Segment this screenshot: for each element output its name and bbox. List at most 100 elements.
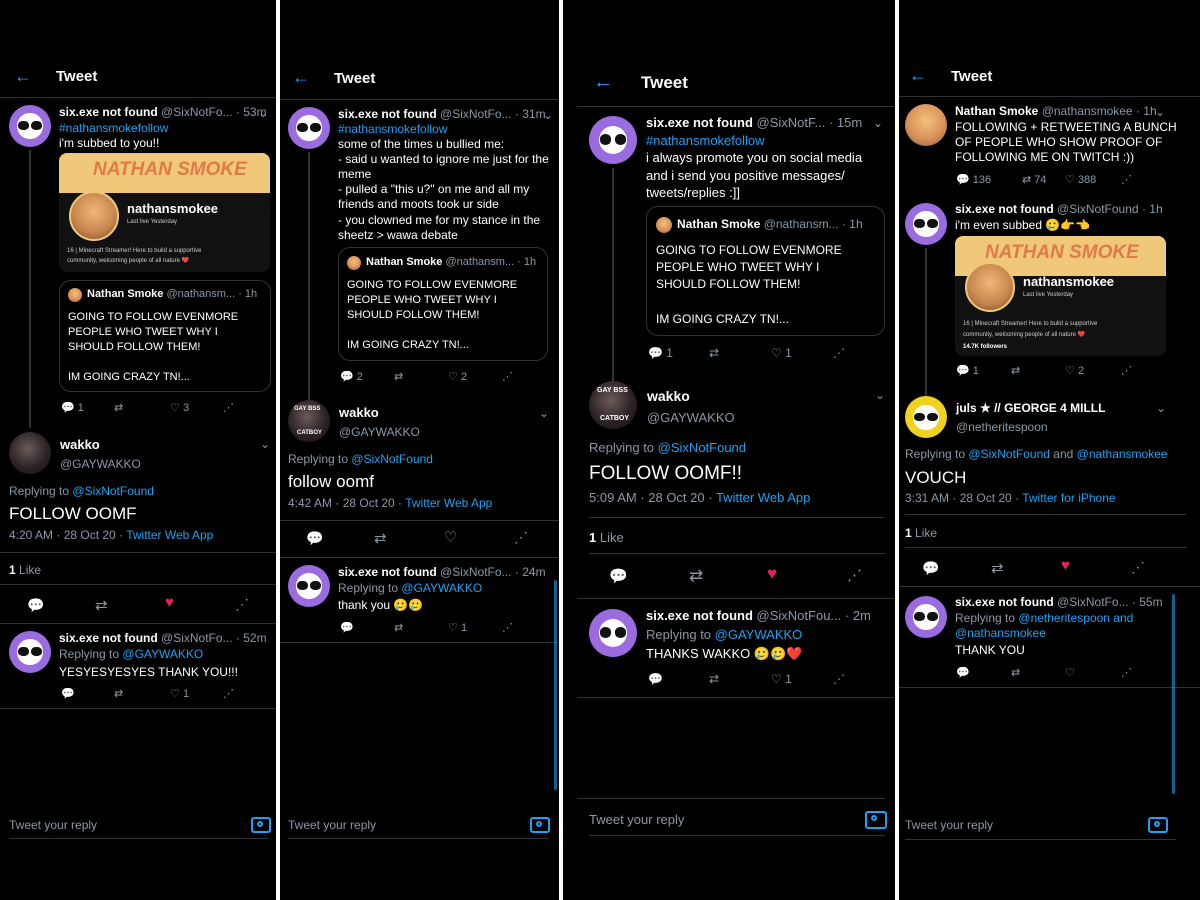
source-app-link[interactable]: Twitter Web App	[126, 528, 213, 542]
reply-button[interactable]: 💬	[306, 530, 323, 547]
reply-action[interactable]: 💬	[648, 672, 663, 686]
back-arrow-icon[interactable]: ←	[14, 66, 32, 87]
avatar[interactable]	[288, 107, 330, 149]
reply-action[interactable]: 💬 1	[61, 401, 84, 414]
mention-link[interactable]: @netheritespoon and	[1018, 611, 1133, 625]
camera-icon[interactable]	[1148, 817, 1168, 833]
avatar[interactable]	[288, 565, 330, 607]
share-button[interactable]: ⋰	[1131, 559, 1145, 576]
chevron-down-icon[interactable]: ⌄	[873, 116, 883, 130]
retweet-action[interactable]: ⇄	[1011, 666, 1020, 679]
chevron-down-icon[interactable]: ⌄	[539, 406, 549, 420]
share-button[interactable]: ⋰	[514, 529, 528, 546]
chevron-down-icon[interactable]: ⌄	[543, 108, 553, 122]
avatar[interactable]	[9, 631, 51, 673]
chevron-down-icon[interactable]: ⌄	[1155, 105, 1165, 119]
retweet-button[interactable]: ⇄	[991, 559, 1004, 577]
retweet-action[interactable]: ⇄	[114, 687, 123, 700]
mention-link[interactable]: @GAYWAKKO	[401, 581, 482, 595]
retweet-action[interactable]: ⇄	[709, 672, 719, 686]
hashtag-link[interactable]: #nathansmokefollow	[646, 133, 765, 148]
retweet-action[interactable]: ⇄	[709, 346, 719, 360]
share-action[interactable]: ⋰	[1121, 666, 1132, 679]
avatar[interactable]	[589, 609, 637, 657]
likes-summary[interactable]: 1 Like	[9, 563, 41, 577]
like-action[interactable]: ♡ 1	[170, 687, 189, 700]
like-button[interactable]: ♡	[444, 528, 457, 546]
retweet-action[interactable]: ⇄	[394, 621, 403, 634]
share-action[interactable]: ⋰	[1121, 364, 1132, 377]
source-app-link[interactable]: Twitter Web App	[405, 496, 492, 510]
reply-input[interactable]: Tweet your reply	[905, 818, 993, 832]
like-action[interactable]: ♡ 1	[771, 346, 792, 360]
mention-link[interactable]: @GAYWAKKO	[715, 627, 803, 642]
reply-action[interactable]: 💬	[61, 687, 75, 700]
likes-summary[interactable]: 1 Like	[905, 526, 937, 540]
avatar[interactable]	[9, 105, 51, 147]
avatar[interactable]	[9, 432, 51, 474]
mention-link[interactable]: @nathansmokee	[1077, 447, 1168, 461]
reply-input[interactable]: Tweet your reply	[9, 818, 97, 832]
like-action[interactable]: ♡ 1	[771, 672, 792, 686]
scrollbar[interactable]	[554, 580, 557, 790]
like-button[interactable]: ♥	[767, 564, 777, 584]
reply-button[interactable]: 💬	[609, 567, 628, 585]
share-action[interactable]: ⋰	[223, 401, 234, 414]
likes-summary[interactable]: 1 Like	[589, 530, 624, 545]
twitch-card[interactable]: NATHAN SMOKE nathansmokee Last live Yest…	[59, 153, 270, 272]
share-button[interactable]: ⋰	[847, 566, 862, 584]
like-button[interactable]: ♥	[165, 594, 174, 611]
chevron-down-icon[interactable]: ⌄	[875, 388, 885, 402]
like-button[interactable]: ♥	[1061, 557, 1070, 574]
quote-tweet[interactable]: Nathan Smoke @nathansm... · 1h GOING TO …	[338, 247, 548, 361]
chevron-down-icon[interactable]: ⌄	[258, 106, 268, 120]
source-app-link[interactable]: Twitter for iPhone	[1022, 491, 1115, 505]
hashtag-link[interactable]: #nathansmokefollow	[59, 121, 168, 135]
mention-link[interactable]: @SixNotFound	[658, 440, 746, 455]
reply-button[interactable]: 💬	[27, 597, 44, 614]
hashtag-link[interactable]: #nathansmokefollow	[338, 122, 447, 136]
avatar[interactable]	[905, 396, 947, 438]
quote-tweet[interactable]: Nathan Smoke @nathansm... · 1h GOING TO …	[646, 206, 885, 336]
mention-link[interactable]: @SixNotFound	[72, 484, 154, 498]
back-arrow-icon[interactable]: ←	[593, 71, 613, 94]
share-action[interactable]: ⋰	[833, 672, 845, 686]
reply-input[interactable]: Tweet your reply	[288, 818, 376, 832]
retweet-action[interactable]: ⇄	[114, 401, 123, 414]
retweet-button[interactable]: ⇄	[689, 566, 703, 586]
back-arrow-icon[interactable]: ←	[909, 65, 927, 86]
like-action[interactable]: ♡ 3	[170, 401, 189, 414]
reply-action[interactable]: 💬 1	[956, 364, 979, 377]
like-action[interactable]: ♡ 2	[448, 370, 467, 383]
avatar[interactable]	[905, 104, 947, 146]
reply-action[interactable]: 💬	[956, 666, 970, 679]
reply-input[interactable]: Tweet your reply	[589, 812, 684, 827]
like-action[interactable]: ♡	[1065, 666, 1075, 679]
like-action[interactable]: ♡ 388	[1065, 173, 1096, 186]
reply-action[interactable]: 💬 136	[956, 173, 991, 186]
scrollbar[interactable]	[1172, 594, 1175, 794]
avatar[interactable]	[905, 203, 947, 245]
camera-icon[interactable]	[530, 817, 550, 833]
mention-link[interactable]: @GAYWAKKO	[122, 647, 203, 661]
avatar[interactable]	[589, 116, 637, 164]
chevron-down-icon[interactable]: ⌄	[260, 437, 270, 451]
mention-link[interactable]: @SixNotFound	[968, 447, 1050, 461]
twitch-card[interactable]: NATHAN SMOKE nathansmokee Last live Yest…	[955, 236, 1166, 356]
camera-icon[interactable]	[251, 817, 271, 833]
mention-link[interactable]: @nathansmokee	[955, 626, 1046, 640]
camera-icon[interactable]	[865, 811, 887, 829]
source-app-link[interactable]: Twitter Web App	[716, 490, 810, 505]
chevron-down-icon[interactable]: ⌄	[1156, 401, 1166, 415]
reply-action[interactable]: 💬	[340, 621, 354, 634]
share-action[interactable]: ⋰	[833, 346, 845, 360]
avatar[interactable]: GAY BSS CATBOY	[288, 400, 330, 442]
share-action[interactable]: ⋰	[223, 687, 234, 700]
mention-link[interactable]: @SixNotFound	[351, 452, 433, 466]
share-button[interactable]: ⋰	[235, 596, 249, 613]
reply-button[interactable]: 💬	[922, 560, 939, 577]
retweet-action[interactable]: ⇄	[1011, 364, 1020, 377]
back-arrow-icon[interactable]: ←	[292, 67, 310, 88]
like-action[interactable]: ♡ 2	[1065, 364, 1084, 377]
retweet-button[interactable]: ⇄	[374, 529, 387, 547]
